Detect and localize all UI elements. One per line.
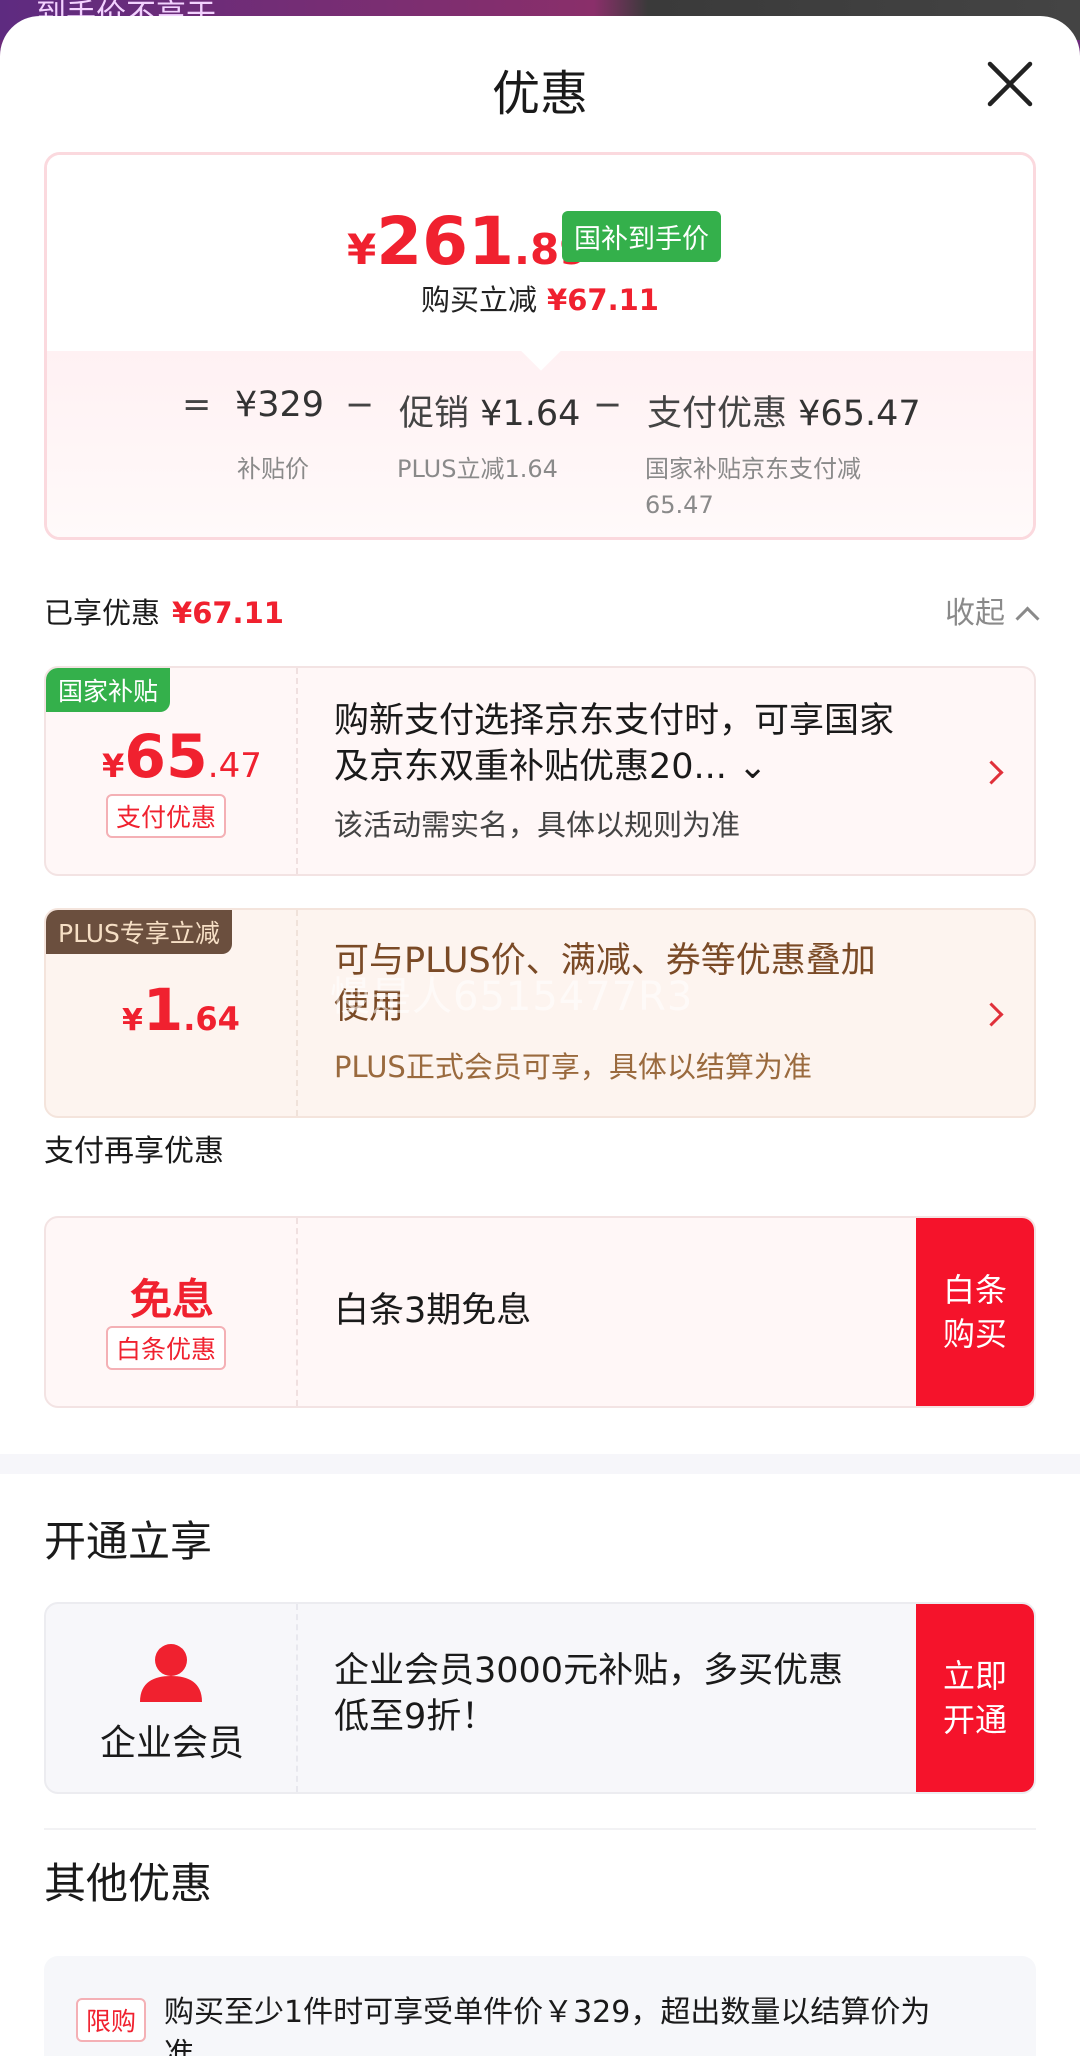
enterprise-member-name: 企业会员 xyxy=(99,1723,244,1764)
collapse-label: 收起 xyxy=(945,596,1005,631)
activate-now-button[interactable]: 立即 开通 xyxy=(916,1604,1034,1792)
chevron-up-icon xyxy=(1015,606,1040,631)
collapse-button[interactable]: 收起 xyxy=(945,588,1040,632)
calc-pay: 支付优惠 ¥65.47 xyxy=(647,394,921,434)
close-icon[interactable] xyxy=(982,56,1038,112)
section-divider xyxy=(0,1454,1080,1474)
other-offer-text: 购买至少1件时可享受单件价￥329，超出数量以结算价为准 xyxy=(164,1995,931,2056)
calc-minus-1: − xyxy=(345,385,375,425)
offer-note: 该活动需实名，具体以规则为准 xyxy=(334,808,741,842)
enterprise-member-card: 企业会员 企业会员3000元补贴，多买优惠 低至9折！ 立即 开通 xyxy=(44,1602,1036,1794)
final-price: ¥261.89 xyxy=(347,203,589,280)
baitiao-buy-button[interactable]: 白条 购买 xyxy=(916,1218,1034,1406)
chevron-right-icon xyxy=(979,760,1004,785)
calc-base-sub: 补贴价 xyxy=(237,455,309,483)
offer-card-national-subsidy[interactable]: 国家补贴 ¥65.47 支付优惠 购新支付选择京东支付时，可享国家 及京东双重补贴… xyxy=(44,666,1036,876)
offer-description: 购新支付选择京东支付时，可享国家 及京东双重补贴优惠20... ⌄ xyxy=(334,701,895,787)
calc-minus-2: − xyxy=(593,385,623,425)
price-summary-card: ¥261.89 国补到手价 购买立减 ¥67.11 = ¥329 补贴价 − 促销… xyxy=(44,152,1036,540)
enterprise-member-text: 企业会员3000元补贴，多买优惠 低至9折！ xyxy=(334,1651,844,1737)
calc-pay-sub: 国家补贴京东支付减 65.47 xyxy=(645,455,861,519)
baitiao-pill: 白条优惠 xyxy=(106,1326,227,1370)
other-section-label: 其他优惠 xyxy=(44,1859,213,1908)
pay-section-label: 支付再享优惠 xyxy=(44,1134,224,1169)
offer-amount: ¥65.47 xyxy=(102,722,262,792)
offer-note: PLUS正式会员可享，具体以结算为准 xyxy=(334,1050,812,1084)
reduce-label: 购买立减 xyxy=(421,283,538,317)
interest-free-title: 免息 xyxy=(129,1275,214,1324)
other-offer-item: 限购 购买至少1件时可享受单件价￥329，超出数量以结算价为准 xyxy=(44,1956,1036,2056)
enjoyed-value: ¥67.11 xyxy=(172,596,284,630)
pay-offer-text: 白条3期免息 xyxy=(334,1291,532,1331)
sheet-title: 优惠 xyxy=(491,66,588,122)
enjoyed-label: 已享优惠 xyxy=(44,596,161,630)
offer-tag: 国家补贴 xyxy=(46,668,171,712)
calc-equals: = xyxy=(182,385,212,425)
reduce-value: ¥67.11 xyxy=(547,283,659,317)
calc-promo-sub: PLUS立减1.64 xyxy=(397,455,558,483)
offer-tag: PLUS专享立减 xyxy=(46,910,232,954)
calc-base-value: ¥329 xyxy=(235,385,325,425)
person-icon xyxy=(140,1644,202,1702)
offer-amount: ¥1.64 xyxy=(122,976,240,1044)
calc-promo: 促销 ¥1.64 xyxy=(399,394,581,434)
enjoyed-discount: 已享优惠 ¥67.11 xyxy=(44,590,284,632)
activate-now-label: 立即 开通 xyxy=(942,1657,1007,1739)
subsidy-price-tag: 国补到手价 xyxy=(562,211,721,262)
open-section-label: 开通立享 xyxy=(44,1517,213,1566)
baitiao-buy-label: 白条 购买 xyxy=(942,1271,1007,1353)
reduce-line: 购买立减 ¥67.11 xyxy=(47,277,1033,319)
chevron-right-icon xyxy=(979,1002,1004,1027)
limit-tag: 限购 xyxy=(76,1998,147,2042)
watermark: 慢是人6515477R3 xyxy=(330,974,694,1020)
offer-type-pill: 支付优惠 xyxy=(106,794,227,838)
pay-offer-card: 免息 白条优惠 白条3期免息 白条 购买 xyxy=(44,1216,1036,1408)
separator-line xyxy=(44,1828,1036,1830)
discount-sheet: 优惠 ¥261.89 国补到手价 购买立减 ¥67.11 = ¥329 补贴价 −… xyxy=(0,16,1080,2056)
